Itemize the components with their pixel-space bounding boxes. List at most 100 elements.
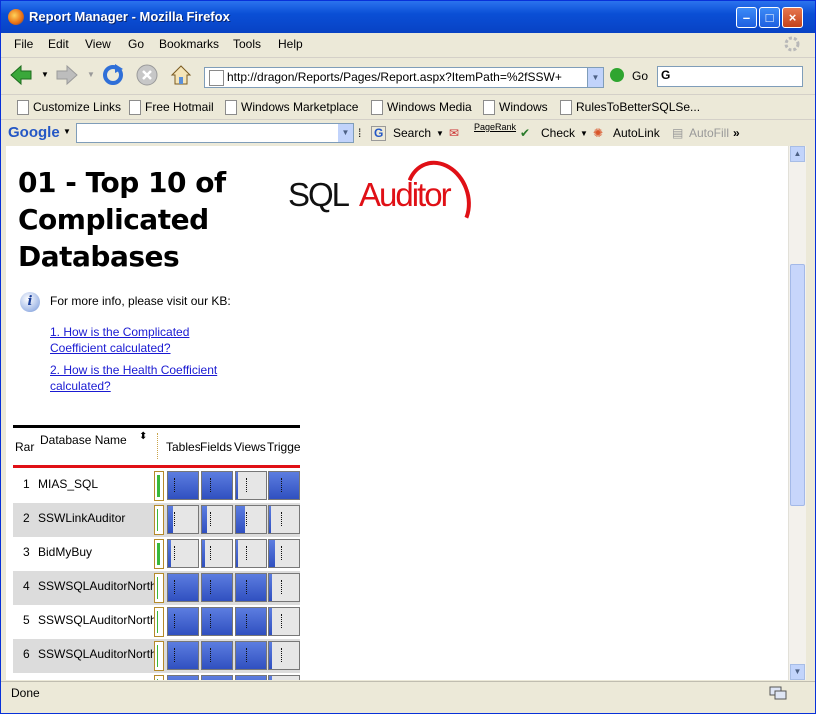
google-search-button[interactable]: Search bbox=[393, 126, 431, 140]
search-dropdown-icon[interactable]: ▼ bbox=[436, 129, 444, 138]
column-header-views[interactable]: Views bbox=[234, 440, 268, 454]
menu-edit[interactable]: Edit bbox=[48, 37, 69, 51]
title-bar[interactable]: Report Manager - Mozilla Firefox – □ × bbox=[1, 1, 815, 33]
forward-dropdown-icon[interactable]: ▼ bbox=[87, 70, 95, 79]
maximize-button[interactable]: □ bbox=[759, 7, 780, 28]
table-row: 1 MIAS_SQL bbox=[13, 469, 300, 503]
navigation-toolbar: ▼ ▼ ▼ Go G bbox=[1, 57, 815, 94]
health-gauge bbox=[154, 607, 164, 637]
table-row: 6 SSWSQLAuditorNorthwind bbox=[13, 639, 300, 673]
scrollbar-thumb[interactable] bbox=[790, 264, 805, 506]
metric-cell-views bbox=[235, 471, 267, 500]
scroll-up-icon[interactable]: ▲ bbox=[790, 146, 805, 162]
bookmark-rules-to-better-sql[interactable]: RulesToBetterSQLSe... bbox=[558, 100, 700, 115]
back-dropdown-icon[interactable]: ▼ bbox=[41, 70, 49, 79]
kb-link-complicated-coefficient[interactable]: 1. How is the Complicated Coefficient ca… bbox=[50, 324, 240, 356]
google-g-icon[interactable]: G bbox=[371, 126, 387, 141]
metric-tick-fields bbox=[210, 648, 213, 662]
autolink-button[interactable]: AutoLink bbox=[613, 126, 660, 140]
metric-cell-tables bbox=[167, 471, 199, 500]
google-logo[interactable]: Google bbox=[8, 124, 60, 141]
metric-bar-triggers bbox=[269, 642, 272, 669]
menu-tools[interactable]: Tools bbox=[233, 37, 261, 51]
metric-tick-triggers bbox=[281, 580, 284, 594]
search-engine-box[interactable]: G bbox=[657, 66, 803, 87]
metric-bar-tables bbox=[168, 472, 198, 499]
column-header-fields[interactable]: Fields bbox=[200, 440, 234, 454]
metric-cell-tables bbox=[167, 641, 199, 670]
sort-arrows-icon[interactable]: ⬍ bbox=[139, 431, 147, 442]
metric-tick-views bbox=[246, 478, 249, 492]
metric-cell-fields bbox=[201, 573, 233, 602]
column-header-database-name[interactable]: Database Name bbox=[40, 433, 136, 448]
metric-tick-triggers bbox=[281, 648, 284, 662]
page-content: 01 - Top 10 of Complicated Databases SQL… bbox=[6, 146, 788, 680]
google-menu-dropdown-icon[interactable]: ▼ bbox=[63, 127, 71, 136]
bookmark-windows-media[interactable]: Windows Media bbox=[369, 100, 472, 115]
forward-arrow-icon[interactable] bbox=[55, 63, 79, 87]
minimize-button[interactable]: – bbox=[736, 7, 757, 28]
menu-bookmarks[interactable]: Bookmarks bbox=[159, 37, 219, 51]
column-header-rank[interactable]: Rar bbox=[15, 440, 37, 454]
check-button[interactable]: Check bbox=[541, 126, 575, 140]
pagerank-indicator[interactable]: PageRank bbox=[474, 122, 516, 132]
metric-bar-views bbox=[236, 608, 266, 635]
metric-bar-views bbox=[236, 472, 238, 499]
metric-bar-fields bbox=[202, 642, 232, 669]
health-gauge bbox=[154, 675, 164, 680]
bookmark-customize-links[interactable]: Customize Links bbox=[15, 100, 121, 115]
row-rank: 3 bbox=[23, 545, 30, 559]
reload-icon[interactable] bbox=[101, 63, 125, 87]
url-bar[interactable]: ▼ bbox=[204, 67, 604, 88]
page-favicon-icon bbox=[209, 70, 224, 86]
autofill-button[interactable]: AutoFill bbox=[689, 126, 729, 140]
metric-cell-fields bbox=[201, 505, 233, 534]
health-gauge-fill bbox=[157, 645, 158, 667]
bookmark-windows[interactable]: Windows bbox=[481, 100, 548, 115]
menu-go[interactable]: Go bbox=[128, 37, 144, 51]
status-bar: Done bbox=[1, 681, 815, 704]
scroll-down-icon[interactable]: ▼ bbox=[790, 664, 805, 680]
bookmark-free-hotmail[interactable]: Free Hotmail bbox=[127, 100, 214, 115]
kb-link-health-coefficient[interactable]: 2. How is the Health Coefficient calcula… bbox=[50, 362, 240, 394]
google-search-input[interactable] bbox=[77, 124, 341, 140]
metric-tick-fields bbox=[210, 614, 213, 628]
autolink-icon[interactable]: ✺ bbox=[593, 126, 603, 140]
metric-tick-tables bbox=[174, 614, 177, 628]
metric-cell-triggers bbox=[268, 573, 300, 602]
stop-icon[interactable] bbox=[135, 63, 159, 87]
metric-bar-views bbox=[236, 540, 238, 567]
report-title: 01 - Top 10 of Complicated Databases bbox=[18, 166, 226, 273]
close-button[interactable]: × bbox=[782, 7, 803, 28]
back-arrow-icon[interactable] bbox=[9, 63, 33, 87]
menu-view[interactable]: View bbox=[85, 37, 111, 51]
metric-cell-fields bbox=[201, 641, 233, 670]
row-rank: 1 bbox=[23, 477, 30, 491]
table-row: 5 SSWSQLAuditorNorthwind bbox=[13, 605, 300, 639]
menu-help[interactable]: Help bbox=[278, 37, 303, 51]
health-gauge bbox=[154, 641, 164, 671]
row-database-name: SSWSQLAuditorNorthwind bbox=[38, 647, 154, 661]
popup-blocker-icon[interactable]: ✉ bbox=[449, 126, 459, 140]
menu-file[interactable]: File bbox=[14, 37, 33, 51]
home-icon[interactable] bbox=[169, 63, 193, 87]
search-engine-icon[interactable]: G bbox=[661, 68, 670, 82]
metric-tick-triggers bbox=[281, 614, 284, 628]
column-header-tables[interactable]: Tables bbox=[166, 440, 200, 454]
autofill-icon[interactable]: ▤ bbox=[672, 126, 683, 140]
metric-tick-triggers bbox=[281, 546, 284, 560]
metric-bar-triggers bbox=[269, 574, 272, 601]
url-dropdown-icon[interactable]: ▼ bbox=[587, 68, 603, 87]
google-search-dropdown-icon[interactable]: ▼ bbox=[338, 124, 353, 142]
metric-tick-views bbox=[246, 614, 249, 628]
spellcheck-icon[interactable]: ✔ bbox=[520, 126, 530, 140]
google-search-box[interactable]: ▼ bbox=[76, 123, 354, 143]
check-dropdown-icon[interactable]: ▼ bbox=[580, 129, 588, 138]
vertical-scrollbar[interactable]: ▲ ▼ bbox=[788, 146, 806, 680]
toolbar-overflow-chevron-icon[interactable]: » bbox=[733, 126, 740, 140]
column-header-triggers[interactable]: Trigge bbox=[267, 440, 300, 454]
bookmark-windows-marketplace[interactable]: Windows Marketplace bbox=[223, 100, 358, 115]
health-gauge bbox=[154, 539, 164, 569]
url-input[interactable] bbox=[227, 69, 585, 85]
health-gauge bbox=[154, 573, 164, 603]
